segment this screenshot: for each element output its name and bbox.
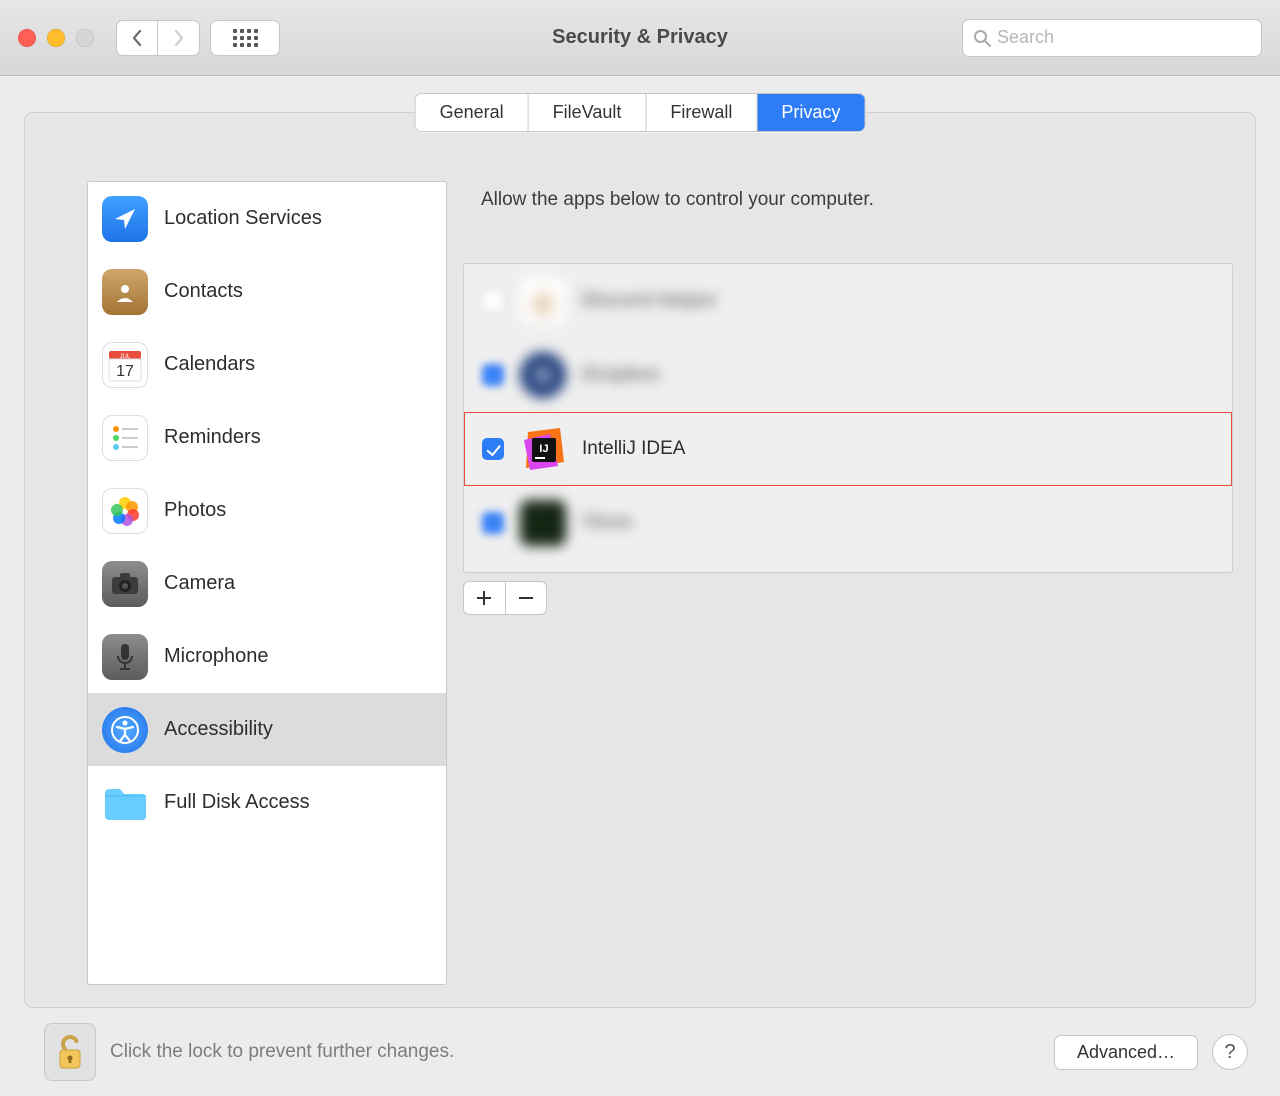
panel-body: Location Services Contacts JUL17 Calenda… xyxy=(25,113,1255,1007)
lock-button[interactable] xyxy=(44,1023,96,1081)
svg-text:17: 17 xyxy=(116,363,134,380)
sidebar-item-label: Location Services xyxy=(164,207,322,230)
sidebar-item-location-services[interactable]: Location Services xyxy=(88,182,446,255)
accessibility-icon xyxy=(102,707,148,753)
location-icon xyxy=(102,196,148,242)
tab-privacy[interactable]: Privacy xyxy=(757,94,864,131)
svg-text:>: > xyxy=(532,517,539,530)
camera-icon xyxy=(102,561,148,607)
chevron-right-icon xyxy=(173,29,185,47)
back-button[interactable] xyxy=(116,20,158,56)
app-name: Discord Helper xyxy=(582,290,717,312)
sidebar-item-calendars[interactable]: JUL17 Calendars xyxy=(88,328,446,401)
plus-icon xyxy=(476,590,492,606)
tab-bar: General FileVault Firewall Privacy xyxy=(415,93,866,132)
content-area: General FileVault Firewall Privacy Locat… xyxy=(0,76,1280,1008)
app-checkbox[interactable] xyxy=(482,364,504,386)
sidebar-item-label: Contacts xyxy=(164,280,243,303)
app-name: IntelliJ IDEA xyxy=(582,438,685,460)
reminders-icon xyxy=(102,415,148,461)
app-checkbox[interactable] xyxy=(482,512,504,534)
footer: Click the lock to prevent further change… xyxy=(0,1008,1280,1096)
grid-icon xyxy=(233,29,258,47)
search-input[interactable] xyxy=(997,27,1251,48)
app-row[interactable]: > iTerm xyxy=(464,486,1232,560)
question-icon: ? xyxy=(1224,1041,1235,1064)
advanced-button[interactable]: Advanced… xyxy=(1054,1035,1198,1070)
app-icon: > xyxy=(520,500,566,546)
app-icon xyxy=(520,352,566,398)
chevron-left-icon xyxy=(131,29,143,47)
photos-icon xyxy=(102,488,148,534)
sidebar-item-label: Reminders xyxy=(164,426,261,449)
folder-icon xyxy=(102,780,148,826)
tab-firewall[interactable]: Firewall xyxy=(646,94,757,131)
intellij-icon: IJ xyxy=(520,426,566,472)
sidebar-item-reminders[interactable]: Reminders xyxy=(88,401,446,474)
contacts-icon xyxy=(102,269,148,315)
calendar-icon: JUL17 xyxy=(102,342,148,388)
sidebar-item-label: Accessibility xyxy=(164,718,273,741)
nav-button-group xyxy=(116,20,200,56)
search-field[interactable] xyxy=(962,19,1262,57)
tab-filevault[interactable]: FileVault xyxy=(529,94,647,131)
microphone-icon xyxy=(102,634,148,680)
right-heading: Allow the apps below to control your com… xyxy=(481,189,1233,211)
close-window-button[interactable] xyxy=(18,29,36,47)
sidebar-item-photos[interactable]: Photos xyxy=(88,474,446,547)
sidebar-item-label: Camera xyxy=(164,572,235,595)
tab-general[interactable]: General xyxy=(416,94,529,131)
sidebar-item-label: Microphone xyxy=(164,645,269,668)
app-icon xyxy=(520,278,566,324)
sidebar-item-microphone[interactable]: Microphone xyxy=(88,620,446,693)
help-button[interactable]: ? xyxy=(1212,1034,1248,1070)
sidebar-item-label: Photos xyxy=(164,499,226,522)
svg-text:IJ: IJ xyxy=(539,443,548,455)
add-remove-control xyxy=(463,581,547,615)
traffic-lights xyxy=(18,29,94,47)
prefs-panel: General FileVault Firewall Privacy Locat… xyxy=(24,112,1256,1008)
app-row[interactable]: Discord Helper xyxy=(464,264,1232,338)
app-name: Dropbox xyxy=(582,364,660,386)
app-name: iTerm xyxy=(582,512,632,534)
add-app-button[interactable] xyxy=(464,582,506,614)
privacy-category-list[interactable]: Location Services Contacts JUL17 Calenda… xyxy=(87,181,447,985)
sidebar-item-full-disk-access[interactable]: Full Disk Access xyxy=(88,766,446,839)
toolbar: Security & Privacy xyxy=(0,0,1280,76)
minimize-window-button[interactable] xyxy=(47,29,65,47)
app-permission-list[interactable]: Discord Helper Dropbox xyxy=(463,263,1233,573)
zoom-window-button xyxy=(76,29,94,47)
app-checkbox[interactable] xyxy=(482,290,504,312)
right-pane: Allow the apps below to control your com… xyxy=(463,181,1233,985)
show-all-button[interactable] xyxy=(210,20,280,56)
sidebar-item-camera[interactable]: Camera xyxy=(88,547,446,620)
sidebar-item-label: Calendars xyxy=(164,353,255,376)
sidebar-item-label: Full Disk Access xyxy=(164,791,310,814)
search-icon xyxy=(973,29,991,47)
remove-app-button[interactable] xyxy=(506,582,547,614)
sidebar-item-contacts[interactable]: Contacts xyxy=(88,255,446,328)
app-row[interactable]: Dropbox xyxy=(464,338,1232,412)
lock-hint-text: Click the lock to prevent further change… xyxy=(110,1041,454,1063)
app-checkbox[interactable] xyxy=(482,438,504,460)
forward-button[interactable] xyxy=(158,20,200,56)
app-row-intellij[interactable]: IJ IntelliJ IDEA xyxy=(464,412,1232,486)
minus-icon xyxy=(518,590,534,606)
unlock-icon xyxy=(55,1032,85,1072)
sidebar-item-accessibility[interactable]: Accessibility xyxy=(88,693,446,766)
